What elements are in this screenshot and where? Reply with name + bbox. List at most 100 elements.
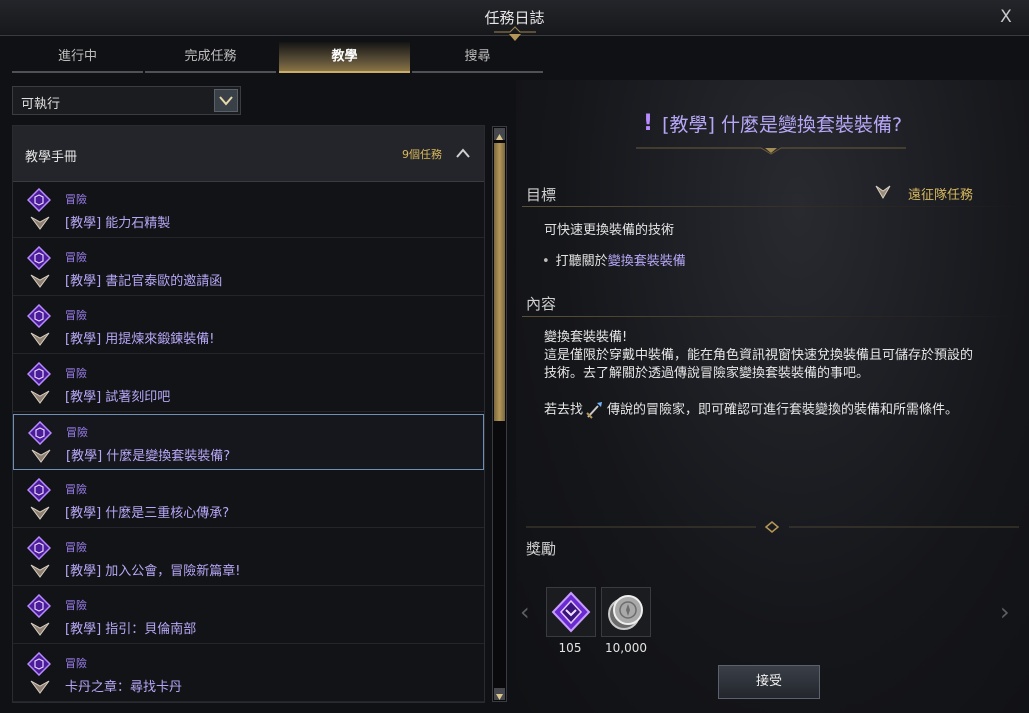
window-title: 任務日誌: [484, 9, 545, 27]
tutorial-book-icon: [27, 188, 51, 212]
expedition-mark-icon: [30, 216, 50, 230]
quest-group-title: 教學手冊: [25, 150, 78, 165]
expedition-mark-icon: [31, 449, 51, 463]
chevron-down-icon: [219, 96, 233, 106]
quest-list-item[interactable]: 冒險 [教學] 什麼是變換套裝裝備?: [13, 414, 484, 470]
bullet-icon: •: [542, 254, 550, 269]
content-line-1: 變換套裝裝備!: [544, 330, 628, 345]
content-p2-after: 傳說的冒險家，即可確認可進行套裝變換的裝備和所需條件。: [607, 402, 959, 418]
quest-list-item[interactable]: 冒險 [教學] 書記官泰歐的邀請函: [13, 240, 484, 296]
reward-next-arrow-icon[interactable]: ›: [1000, 598, 1010, 626]
close-button[interactable]: X: [995, 5, 1017, 29]
objective-description: 可快速更換裝備的技術: [544, 223, 675, 238]
quest-name: 卡丹之章：尋找卡丹: [65, 680, 183, 695]
quest-detail-title: [教學] 什麼是變換套裝裝備?: [662, 114, 903, 136]
quest-name: [教學] 試著刻印吧: [65, 390, 171, 405]
expedition-mark-icon: [30, 332, 50, 346]
quest-category: 冒險: [65, 367, 87, 380]
quest-name: [教學] 加入公會，冒險新篇章!: [65, 564, 241, 579]
quest-list-item[interactable]: 冒險 [教學] 能力石精製: [13, 182, 484, 238]
tab-in-progress[interactable]: 進行中: [12, 42, 143, 73]
expedition-mark-icon: [30, 506, 50, 520]
scroll-down-arrow-icon: [496, 694, 503, 700]
quest-list: 教學手冊 9個任務 冒險 [教學] 能力石精製 冒險 [教學] 書記官泰歐的邀請函 冒險…: [12, 125, 485, 703]
quest-detail-panel: ! [教學] 什麼是變換套裝裝備? 目標 遠征隊任務 可快速更換裝備的技術 • 打…: [516, 80, 1029, 713]
quest-name: [教學] 指引：貝倫南部: [65, 622, 197, 637]
quest-category: 冒險: [65, 483, 87, 496]
tutorial-book-icon: [27, 594, 51, 618]
tutorial-book-icon: [28, 421, 52, 445]
tutorial-book-icon: [27, 362, 51, 386]
quest-group-header[interactable]: 教學手冊 9個任務: [13, 126, 484, 182]
tab-search[interactable]: 搜尋: [412, 42, 543, 73]
list-scrollbar[interactable]: [492, 126, 507, 702]
quest-list-item[interactable]: 冒險 [教學] 用提煉來鍛鍊裝備!: [13, 298, 484, 354]
quest-name: [教學] 什麼是三重核心傳承?: [65, 506, 230, 521]
reward-heading: 獎勵: [526, 540, 557, 558]
quest-name: [教學] 用提煉來鍛鍊裝備!: [65, 332, 215, 347]
objective-item: • 打聽關於變換套裝裝備: [542, 250, 686, 269]
tutorial-book-icon: [27, 652, 51, 676]
expedition-mark-icon: [30, 274, 50, 288]
quest-category: 冒險: [66, 426, 88, 439]
content-paragraph-2: 若去找 傳說的冒險家，即可確認可進行套裝變換的裝備和所需條件。: [544, 401, 984, 420]
scroll-down-button[interactable]: [494, 688, 505, 700]
quest-list-item[interactable]: 冒險 [教學] 加入公會，冒險新篇章!: [13, 530, 484, 586]
quest-list-item[interactable]: 冒險 [教學] 什麼是三重核心傳承?: [13, 472, 484, 528]
quest-category: 冒險: [65, 309, 87, 322]
quest-list-item[interactable]: 冒險 [教學] 指引：貝倫南部: [13, 588, 484, 644]
tutorial-book-icon: [27, 478, 51, 502]
legendary-adventurer-sword-icon: [586, 402, 603, 419]
scrollbar-thumb[interactable]: [494, 143, 505, 421]
reward-slot-silver[interactable]: [601, 587, 651, 637]
title-bar: 任務日誌 X: [0, 0, 1029, 41]
accept-button[interactable]: 接受: [718, 665, 820, 699]
chevron-up-icon[interactable]: [456, 148, 470, 158]
tutorial-book-icon: [27, 246, 51, 270]
objective-divider: [522, 206, 1022, 207]
tab-tutorial[interactable]: 教學: [279, 42, 410, 73]
expedition-quest-icon: [875, 185, 891, 199]
quest-journal-window: 任務日誌 X 進行中 完成任務 教學 搜尋 可執行 教學手冊 9個任務 冒險 [教…: [0, 0, 1029, 713]
reward-slot-crystal[interactable]: [546, 587, 596, 637]
dropdown-toggle-button[interactable]: [214, 89, 238, 112]
quest-name: [教學] 什麼是變換套裝裝備?: [66, 449, 231, 464]
quest-category: 冒險: [65, 657, 87, 670]
content-body: 變換套裝裝備! 這是僅限於穿戴中裝備，能在角色資訊視窗快速兌換裝備且可儲存於預設…: [544, 329, 984, 420]
reward-value-silver: 10,000: [605, 641, 647, 655]
quest-list-item[interactable]: 冒險 [教學] 試著刻印吧: [13, 356, 484, 412]
expedition-mark-icon: [30, 680, 50, 694]
objective-link[interactable]: 變換套裝裝備: [608, 254, 686, 269]
scroll-up-arrow-icon: [496, 134, 503, 140]
objective-heading: 目標: [526, 186, 557, 204]
scroll-up-button[interactable]: [494, 128, 505, 140]
quest-category: 冒險: [65, 193, 87, 206]
purple-crystal-icon: [551, 591, 591, 633]
reward-divider-ornament-icon: [526, 521, 1019, 533]
quest-name: [教學] 書記官泰歐的邀請函: [65, 274, 223, 289]
expedition-mark-icon: [30, 622, 50, 636]
status-filter-dropdown[interactable]: 可執行: [12, 86, 241, 115]
filter-selected-value: 可執行: [21, 97, 61, 112]
objective-prefix: 打聽關於: [555, 254, 608, 269]
content-heading: 內容: [526, 295, 557, 313]
tab-completed[interactable]: 完成任務: [145, 42, 276, 73]
quest-category: 冒險: [65, 541, 87, 554]
expedition-quest-label: 遠征隊任務: [907, 188, 973, 203]
content-line-2: 這是僅限於穿戴中裝備，能在角色資訊視窗快速兌換裝備且可儲存於預設的技術。去了解關…: [544, 348, 974, 381]
expedition-mark-icon: [30, 390, 50, 404]
silver-coin-icon: [608, 595, 643, 630]
quest-group-count: 9個任務: [402, 148, 442, 161]
tutorial-book-icon: [27, 536, 51, 560]
reward-prev-arrow-icon[interactable]: ‹: [520, 598, 530, 626]
content-divider: [522, 316, 1022, 317]
quest-list-item[interactable]: 冒險卡丹之章：尋找卡丹: [13, 646, 484, 702]
quest-exclamation-icon: !: [642, 111, 653, 136]
quest-category: 冒險: [65, 599, 87, 612]
title-divider-ornament-icon: [636, 147, 906, 155]
expedition-mark-icon: [30, 564, 50, 578]
content-p2-before: 若去找: [544, 402, 584, 418]
quest-name: [教學] 能力石精製: [65, 216, 171, 231]
quest-category: 冒險: [65, 251, 87, 264]
tutorial-book-icon: [27, 304, 51, 328]
